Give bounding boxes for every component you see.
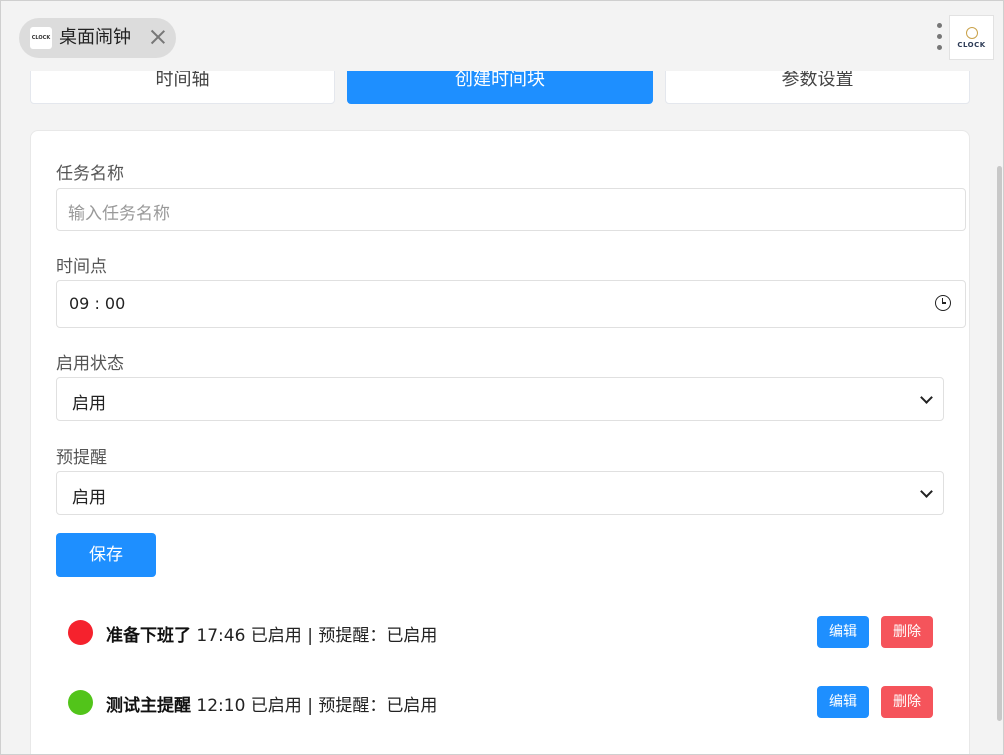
task-name: 准备下班了 [106,626,191,646]
edit-button[interactable]: 编辑 [817,616,869,648]
chevron-down-icon [920,485,933,498]
title-bar: CLOCK 桌面闹钟 CLOCK [1,1,1003,71]
status-dot [68,690,93,715]
clock-face-icon [965,26,978,39]
tab-logo-text: CLOCK [31,35,51,41]
task-name-placeholder: 输入任务名称 [68,204,170,224]
create-time-block-card: 任务名称 输入任务名称 时间点 09 : 00 启用状态 启用 预提醒 启用 保… [30,130,970,754]
task-name-label: 任务名称 [56,164,124,184]
scrollbar-thumb[interactable] [997,166,1002,721]
more-vertical-icon[interactable] [934,23,946,53]
task-name-input[interactable]: 输入任务名称 [56,188,966,231]
delete-button[interactable]: 删除 [881,616,933,648]
clock-logo-icon: CLOCK [30,27,52,49]
status-select[interactable]: 启用 [56,377,944,421]
close-icon[interactable] [147,26,169,48]
app-logo[interactable]: CLOCK [949,15,994,60]
prereminder-label: 预提醒 [56,448,107,468]
task-row: 测试主提醒 12:10 已启用 | 预提醒：已启用 编辑 删除 [68,682,938,722]
task-detail: 17:46 已启用 | 预提醒：已启用 [196,626,438,646]
app-window: 时间轴 创建时间块 参数设置 CLOCK 桌面闹钟 CLOCK 任务名称 输入任… [0,0,1004,755]
task-row-text: 准备下班了 17:46 已启用 | 预提醒：已启用 [106,621,437,646]
task-row: 准备下班了 17:46 已启用 | 预提醒：已启用 编辑 删除 [68,612,938,652]
prereminder-select[interactable]: 启用 [56,471,944,515]
task-name: 测试主提醒 [106,696,191,716]
task-detail: 12:10 已启用 | 预提醒：已启用 [196,696,438,716]
app-logo-text: CLOCK [957,40,986,49]
chevron-down-icon [920,391,933,404]
tab-title: 桌面闹钟 [59,27,131,48]
task-row-text: 测试主提醒 12:10 已启用 | 预提醒：已启用 [106,691,437,716]
status-label: 启用状态 [56,354,124,374]
prereminder-select-value: 启用 [72,488,106,508]
time-input[interactable]: 09 : 00 [56,280,966,328]
status-dot [68,620,93,645]
delete-button[interactable]: 删除 [881,686,933,718]
time-label: 时间点 [56,257,107,277]
edit-button[interactable]: 编辑 [817,686,869,718]
time-value: 09 : 00 [69,294,126,313]
scrollbar[interactable] [995,71,1003,754]
save-button[interactable]: 保存 [56,533,156,577]
browser-tab[interactable]: CLOCK 桌面闹钟 [19,18,176,58]
clock-icon[interactable] [935,295,951,311]
status-select-value: 启用 [72,394,106,414]
